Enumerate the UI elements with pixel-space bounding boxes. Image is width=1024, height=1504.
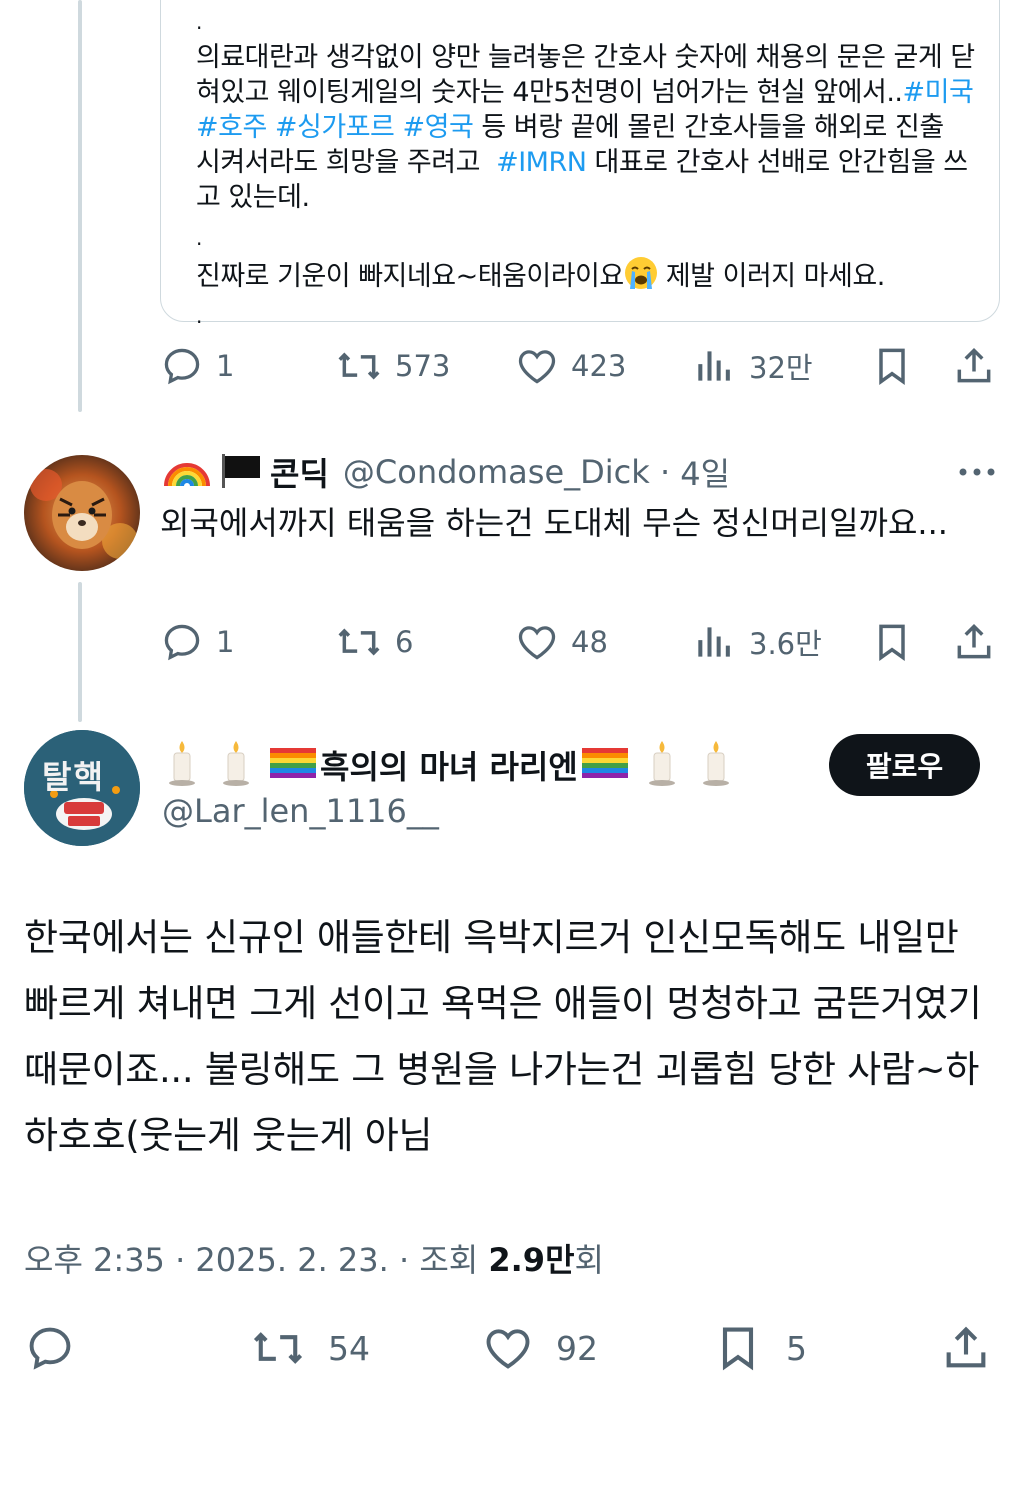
reply-icon [160,620,204,664]
follow-button[interactable]: 팔로우 [829,734,980,796]
reply-actions: 1 6 48 3.6만 [160,618,1000,666]
first-post-actions: 1 573 423 32만 [160,342,1000,390]
rainbow-flag-icon [162,450,212,494]
views-button[interactable]: 32만 [693,342,813,390]
views-count: 32만 [749,351,813,385]
quoted-paragraph-1: 의료대란과 생각없이 양만 늘려놓은 간호사 숫자에 채용의 문은 굳게 닫혀있… [196,40,976,215]
reply-share-button[interactable] [952,618,996,666]
avatar-text: 탈핵 [42,758,105,796]
bookmark-icon [870,344,914,388]
reply-button[interactable]: 1 [160,342,234,390]
views-icon [693,620,737,664]
like-icon [515,344,559,388]
candle-icon [696,739,736,791]
reply-time[interactable]: 4일 [680,449,730,495]
quoted-paragraph-2-text: 진짜로 기운이 빠지네요~태움이라이요 [196,261,624,292]
more-icon[interactable] [955,458,999,490]
main-repost-count: 54 [328,1328,370,1368]
bookmark-icon [712,1322,764,1374]
main-actions: 54 92 5 [24,1320,1000,1376]
reply-handle[interactable]: @Condomase_Dick [343,453,650,491]
bookmark-icon [870,620,914,664]
reply-display-name[interactable]: 콘딕 [270,449,329,495]
reply-reply-button[interactable]: 1 [160,618,234,666]
post-meta: 오후 2:35 · 2025. 2. 23. · 조회 2.9만회 [24,1235,604,1281]
thread-line-top [78,0,82,412]
main-avatar[interactable]: 탈핵 [24,730,140,846]
repost-icon [250,1322,306,1374]
reply-repost-count: 6 [395,625,414,659]
hashtag-link[interactable]: #미국 [903,77,974,108]
quoted-dot-bottom: . [196,304,203,328]
hashtag-link[interactable]: #호주 [196,112,267,143]
rainbow-flag-icon [270,746,316,784]
main-post-text: 한국에서는 신규인 애들한테 윽박지르거 인신모독해도 내일만 빠르게 쳐내면 … [24,916,982,1157]
share-icon [940,1322,992,1374]
main-like-count: 92 [556,1328,598,1368]
reply-separator: · [649,453,681,491]
candle-icon [642,739,682,791]
reply-views-button[interactable]: 3.6만 [693,618,822,666]
views-suffix: 회 [574,1241,604,1279]
like-count: 423 [571,349,627,383]
quoted-text-segment [973,77,981,108]
reply-icon [24,1322,76,1374]
main-reply-button[interactable] [24,1320,76,1376]
main-share-button[interactable] [940,1320,992,1376]
reply-like-count: 48 [571,625,608,659]
black-flag-icon [218,450,264,494]
main-handle[interactable]: @Lar_len_1116__ [162,792,439,830]
hashtag-link[interactable]: #싱가포르 [275,112,395,143]
quoted-dot-middle: . [196,226,203,250]
main-bookmark-button[interactable]: 5 [712,1320,807,1376]
quoted-text-segment [267,112,275,143]
repost-count: 573 [395,349,451,383]
candle-icon [216,739,256,791]
main-name-row: 흑의의 마녀 라리엔 [162,740,736,790]
hashtag-link[interactable]: #영국 [402,112,473,143]
reply-header: 콘딕 @Condomase_Dick · 4일 [162,448,730,496]
post-timestamp[interactable]: 오후 2:35 · 2025. 2. 23. · 조회 [24,1241,488,1279]
repost-button[interactable]: 573 [335,342,450,390]
quoted-paragraph-2: 진짜로 기운이 빠지네요~태움이라이요 제발 이러지 마세요. [196,256,976,299]
thread-line-bottom [78,582,82,722]
views-icon [693,344,737,388]
reply-icon [160,344,204,388]
share-button[interactable] [952,342,996,390]
reply-repost-button[interactable]: 6 [335,618,413,666]
crying-face-icon [624,256,658,299]
like-button[interactable]: 423 [515,342,626,390]
repost-icon [335,620,383,664]
reply-avatar[interactable] [24,455,140,571]
main-bookmark-count: 5 [786,1328,807,1368]
quoted-text-segment: 의료대란과 생각없이 양만 늘려놓은 간호사 숫자에 채용의 문은 굳게 닫혀있… [196,42,975,108]
bookmark-button[interactable] [870,342,914,390]
reply-like-button[interactable]: 48 [515,618,608,666]
reply-bookmark-button[interactable] [870,618,914,666]
main-repost-button[interactable]: 54 [250,1320,370,1376]
views-number: 2.9만 [488,1241,575,1279]
like-icon [482,1322,534,1374]
candle-icon [162,739,202,791]
reply-count: 1 [216,349,235,383]
share-icon [952,344,996,388]
like-icon [515,620,559,664]
main-like-button[interactable]: 92 [482,1320,598,1376]
share-icon [952,620,996,664]
rainbow-flag-icon [581,746,628,784]
quoted-dot-top: . [196,10,203,34]
repost-icon [335,344,383,388]
hashtag-link[interactable]: #IMRN [496,147,587,178]
main-display-name[interactable]: 흑의의 마녀 라리엔 [320,742,578,788]
reply-views-count: 3.6만 [749,627,822,661]
reply-text: 외국에서까지 태움을 하는건 도대체 무슨 정신머리일까요... [160,504,948,542]
quoted-paragraph-2-end: 제발 이러지 마세요. [657,261,885,292]
reply-reply-count: 1 [216,625,235,659]
